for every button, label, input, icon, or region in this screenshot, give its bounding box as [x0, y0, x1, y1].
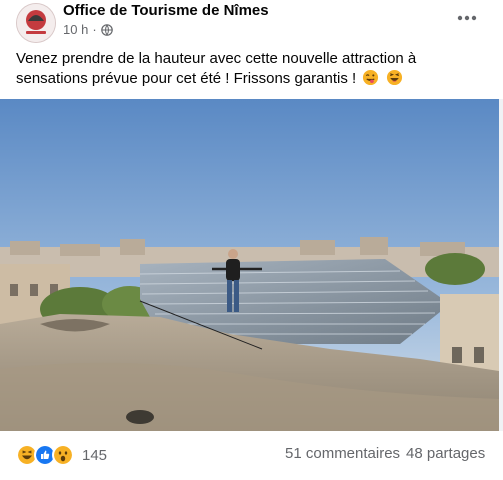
- reaction-count: 145: [82, 446, 108, 464]
- photo-edge: [499, 99, 503, 431]
- facebook-post: Office de Tourisme de Nîmes 10 h · Venez…: [0, 0, 503, 480]
- logo-icon: [17, 4, 55, 42]
- post-footer: 145 51 commentaires 48 partages: [0, 436, 503, 472]
- post-meta: 10 h ·: [63, 22, 113, 37]
- reactions-summary[interactable]: 145: [16, 444, 107, 466]
- winking-tongue-emoji-icon: [363, 69, 379, 86]
- caption-text: Venez prendre de la hauteur avec cette n…: [16, 50, 417, 87]
- post-header: Office de Tourisme de Nîmes 10 h ·: [0, 0, 503, 46]
- laughing-emoji-icon: [386, 69, 402, 86]
- post-timestamp[interactable]: 10 h: [63, 22, 88, 37]
- page-name-link[interactable]: Office de Tourisme de Nîmes: [63, 2, 269, 19]
- tightrope-walker-photo[interactable]: [0, 99, 499, 431]
- more-options-button[interactable]: [452, 6, 482, 30]
- meta-separator: ·: [92, 22, 97, 37]
- wow-reaction-icon: [52, 444, 74, 466]
- globe-icon: [100, 23, 113, 36]
- comments-link[interactable]: 51 commentaires: [285, 445, 400, 462]
- more-options-icon: [457, 15, 477, 21]
- post-caption: Venez prendre de la hauteur avec cette n…: [16, 49, 486, 89]
- shares-link[interactable]: 48 partages: [406, 445, 485, 462]
- page-avatar[interactable]: [16, 3, 56, 43]
